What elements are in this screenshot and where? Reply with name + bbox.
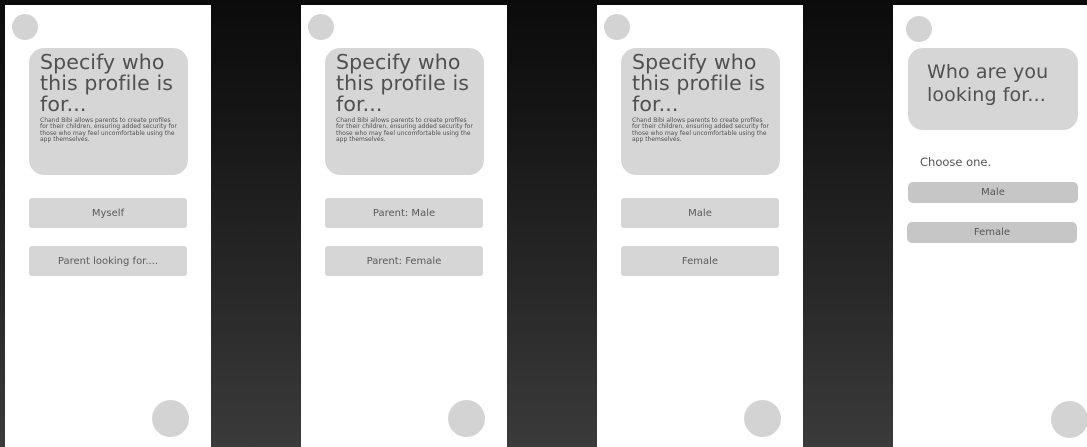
male-button[interactable]: Male xyxy=(621,198,779,228)
page-title: Specify who this profile is for... xyxy=(40,50,174,116)
header-card: Specify who this profile is for... Chand… xyxy=(621,48,780,175)
back-button[interactable] xyxy=(906,16,932,42)
page-title: Who are you looking for... xyxy=(927,61,1049,106)
back-button[interactable] xyxy=(308,14,334,40)
page-title: Specify who this profile is for... xyxy=(336,50,470,116)
myself-button[interactable]: Myself xyxy=(29,198,187,228)
header-card: Specify who this profile is for... Chand… xyxy=(29,48,188,175)
parent-looking-button[interactable]: Parent looking for.... xyxy=(29,246,187,276)
looking-female-button[interactable]: Female xyxy=(907,222,1077,243)
page-description: Chand Bibi allows parents to create prof… xyxy=(336,117,473,144)
screen-profile-for-myself: Specify who this profile is for... Chand… xyxy=(5,5,211,447)
next-button[interactable] xyxy=(152,400,189,437)
screen-self-gender: Specify who this profile is for... Chand… xyxy=(597,5,803,447)
page-description: Chand Bibi allows parents to create prof… xyxy=(40,117,177,144)
next-button[interactable] xyxy=(744,400,781,437)
next-button[interactable] xyxy=(1051,401,1087,438)
parent-female-button[interactable]: Parent: Female xyxy=(325,246,483,276)
female-button[interactable]: Female xyxy=(621,246,779,276)
screen-parent-gender: Specify who this profile is for... Chand… xyxy=(301,5,507,447)
choose-one-label: Choose one. xyxy=(920,155,992,169)
looking-male-button[interactable]: Male xyxy=(908,182,1078,203)
back-button[interactable] xyxy=(12,14,38,40)
back-button[interactable] xyxy=(604,14,630,40)
page-title: Specify who this profile is for... xyxy=(632,50,766,116)
header-card: Who are you looking for... xyxy=(908,48,1078,130)
next-button[interactable] xyxy=(448,400,485,437)
parent-male-button[interactable]: Parent: Male xyxy=(325,198,483,228)
page-description: Chand Bibi allows parents to create prof… xyxy=(632,117,769,144)
screen-looking-for: Who are you looking for... Choose one. M… xyxy=(893,5,1087,447)
header-card: Specify who this profile is for... Chand… xyxy=(325,48,484,175)
